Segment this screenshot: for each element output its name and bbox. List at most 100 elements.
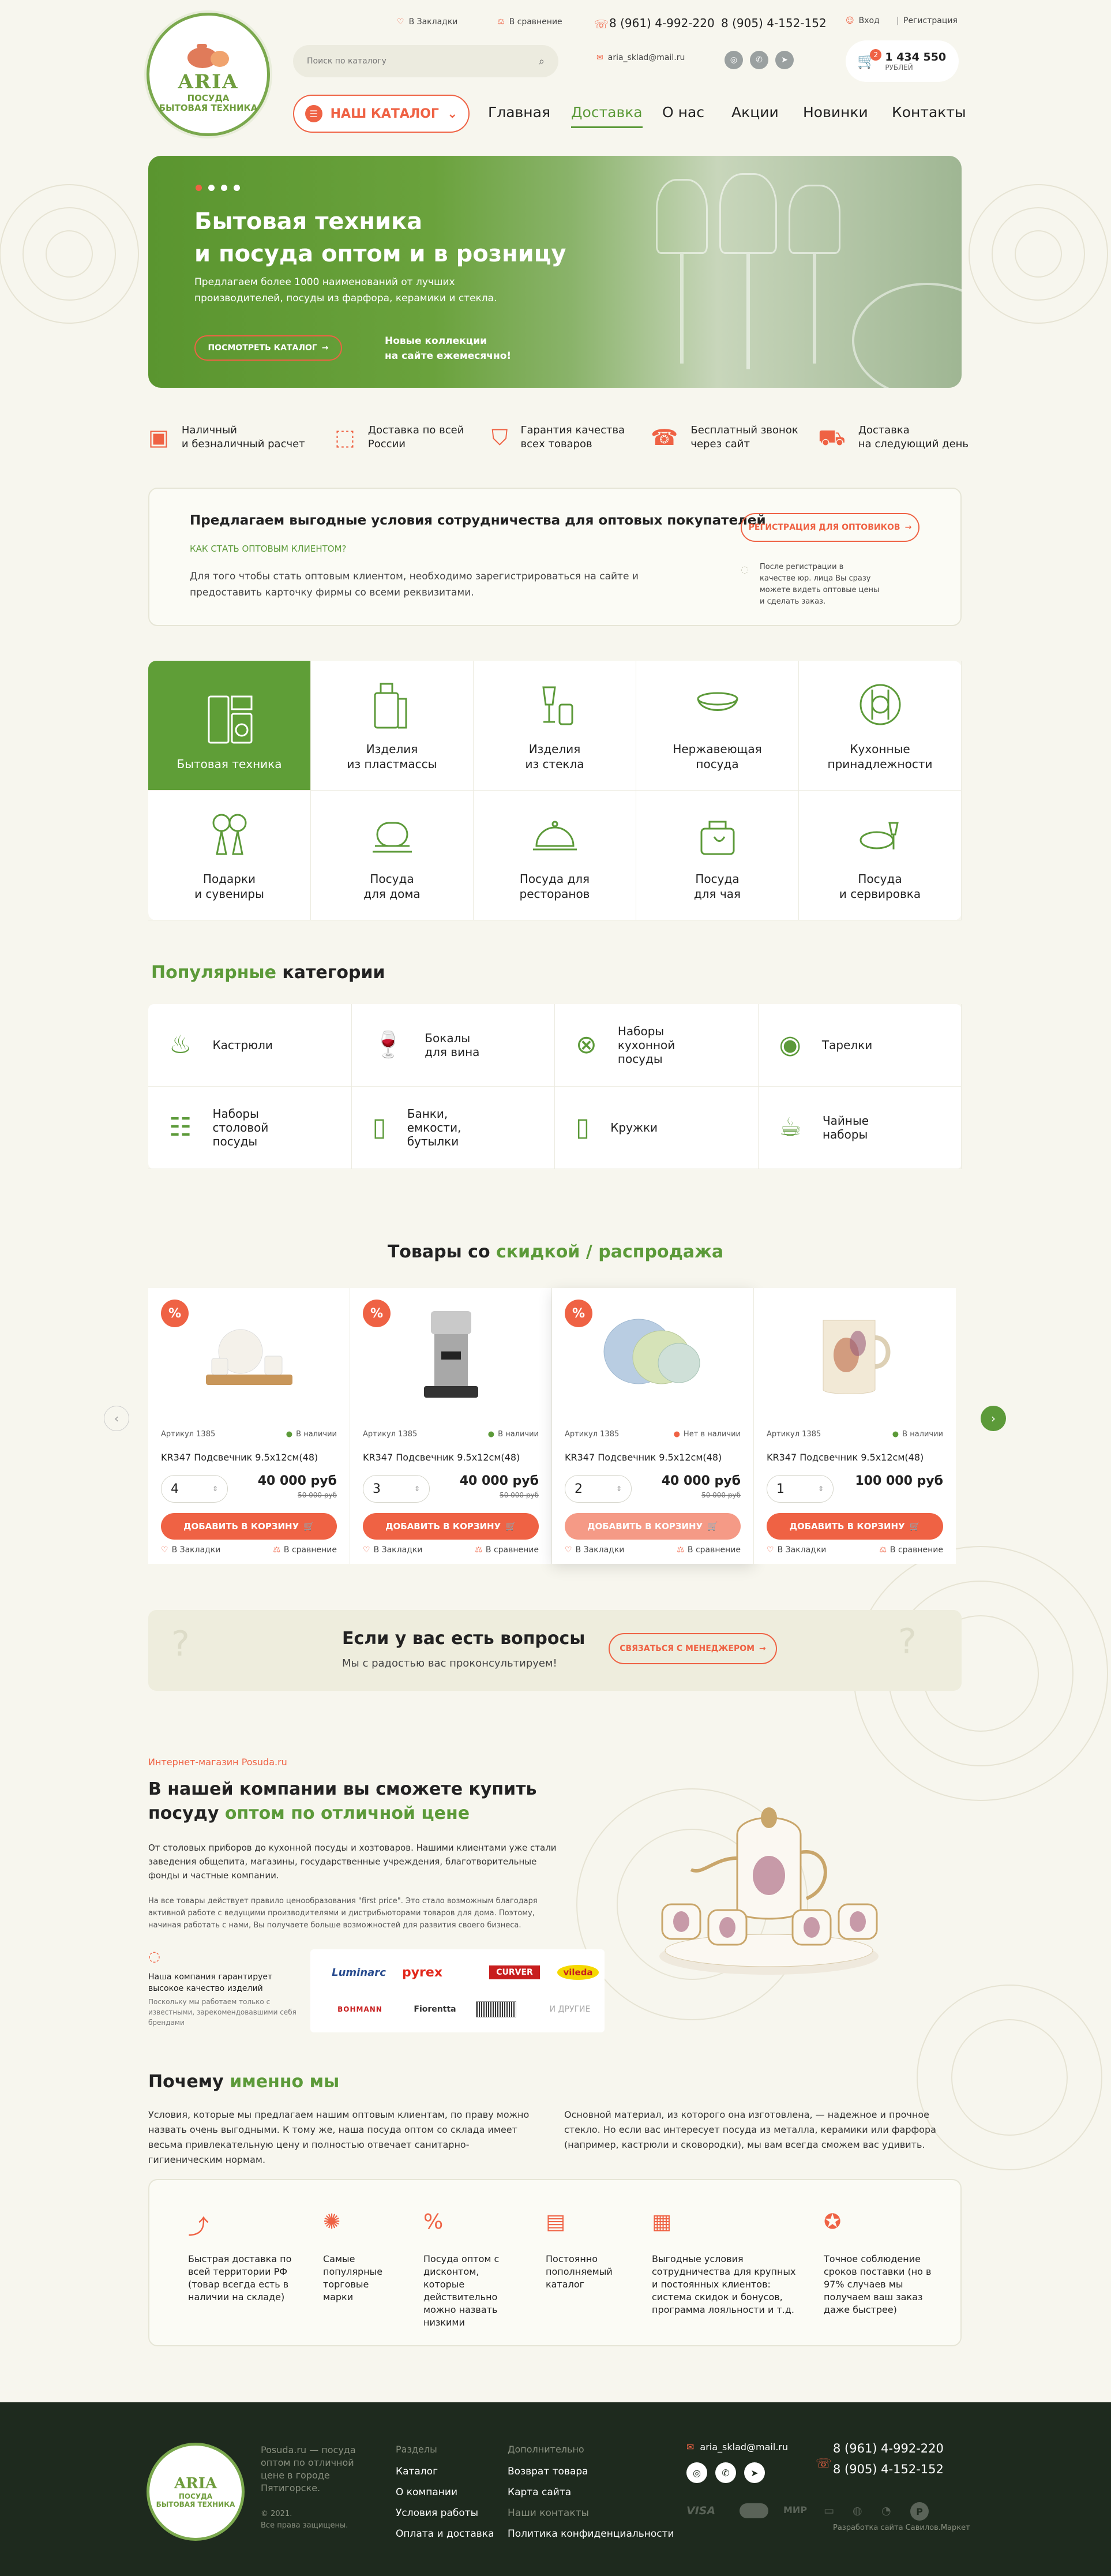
category-tea[interactable]: Посуда для чая	[636, 791, 799, 920]
nav-about[interactable]: О нас	[662, 104, 704, 121]
nav-new[interactable]: Новинки	[803, 104, 868, 121]
product-name[interactable]: KR347 Подсвечник 9.5х12см(48)	[767, 1452, 924, 1463]
bookmark-link[interactable]: ♡ В Закладки	[363, 1545, 422, 1555]
category-restaurants[interactable]: Посуда для ресторанов	[474, 791, 636, 920]
nav-promotions[interactable]: Акции	[731, 104, 779, 121]
logo[interactable]: ARIA ПОСУДА БЫТОВАЯ ТЕХНИКА	[147, 13, 270, 136]
slider-dot-4[interactable]	[234, 185, 240, 191]
compare-link[interactable]: ⚖ В сравнение	[273, 1545, 337, 1555]
footer-link-returns[interactable]: Возврат товара	[508, 2466, 588, 2477]
slider-dot-1[interactable]	[196, 185, 202, 191]
quantity-stepper[interactable]: 1 ⇕	[767, 1475, 834, 1503]
popular-tea-sets[interactable]: ☕ Чайные наборы	[758, 1087, 962, 1169]
phone-2[interactable]: 8 (905) 4-152-152	[721, 16, 827, 30]
brand-vileda[interactable]: vileda	[530, 1957, 626, 1987]
bookmarks-link[interactable]: ♡ В Закладки	[397, 17, 457, 27]
register-link[interactable]: Регистрация	[903, 16, 958, 25]
popular-pots[interactable]: ♨ Кастрюли	[148, 1004, 352, 1087]
product-name[interactable]: KR347 Подсвечник 9.5х12см(48)	[363, 1452, 520, 1463]
footer-link-contacts[interactable]: Наши контакты	[508, 2507, 589, 2519]
nav-home[interactable]: Главная	[488, 104, 550, 121]
footer-link-catalog[interactable]: Каталог	[396, 2466, 438, 2477]
compare-link[interactable]: ⚖ В сравнение	[497, 17, 562, 27]
search-bar[interactable]: ⌕	[293, 45, 558, 77]
instagram-icon[interactable]: ◎	[725, 51, 743, 69]
footer-developer[interactable]: Разработка сайта Савилов.Маркет	[833, 2523, 970, 2532]
bookmark-link[interactable]: ♡ В Закладки	[767, 1545, 826, 1555]
whatsapp-icon[interactable]: ✆	[750, 51, 768, 69]
quantity-stepper[interactable]: 3 ⇕	[363, 1475, 430, 1503]
stepper-arrows-icon[interactable]: ⇕	[818, 1485, 824, 1493]
slider-prev-button[interactable]: ‹	[104, 1406, 129, 1431]
compare-link[interactable]: ⚖ В сравнение	[475, 1545, 539, 1555]
footer-link-privacy[interactable]: Политика конфиденциальности	[508, 2528, 674, 2540]
stepper-arrows-icon[interactable]: ⇕	[212, 1485, 218, 1493]
user-icon: ☺	[846, 16, 854, 25]
footer-link-company[interactable]: О компании	[396, 2487, 457, 2498]
footer-phone-2[interactable]: 8 (905) 4-152-152	[833, 2462, 944, 2476]
bookmark-link[interactable]: ♡ В Закладки	[161, 1545, 220, 1555]
category-stainless[interactable]: Нержавеющая посуда	[636, 661, 799, 791]
compare-link[interactable]: ⚖ В сравнение	[879, 1545, 943, 1555]
category-home-dishes[interactable]: Посуда для дома	[311, 791, 474, 920]
login-link[interactable]: ☺ Вход	[846, 16, 880, 25]
phone-1[interactable]: 8 (961) 4-992-220	[609, 16, 715, 30]
coffee-machine-image[interactable]	[414, 1305, 489, 1403]
nav-delivery[interactable]: Доставка	[571, 104, 643, 128]
cart-count: 2	[870, 49, 882, 61]
category-gifts[interactable]: Подарки и сувениры	[148, 791, 311, 920]
email-link[interactable]: ✉ aria_sklad@mail.ru	[596, 53, 685, 62]
catalog-button[interactable]: ☰ НАШ КАТАЛОГ ⌄	[293, 95, 470, 133]
contact-manager-button[interactable]: СВЯЗАТЬСЯ С МЕНЕДЖЕРОМ →	[609, 1633, 777, 1664]
view-catalog-button[interactable]: ПОСМОТРЕТЬ КАТАЛОГ →	[194, 335, 342, 361]
popular-wine-glasses[interactable]: 🍷 Бокалы для вина	[351, 1004, 555, 1087]
popular-plates[interactable]: ◉ Тарелки	[758, 1004, 962, 1087]
whatsapp-icon[interactable]: ✆	[715, 2462, 736, 2483]
slider-next-button[interactable]: ›	[981, 1406, 1006, 1431]
instagram-icon[interactable]: ◎	[686, 2462, 707, 2483]
stepper-arrows-icon[interactable]: ⇕	[414, 1485, 420, 1493]
footer-email[interactable]: ✉ aria_sklad@mail.ru	[686, 2442, 788, 2453]
popular-jars[interactable]: ▯ Банки, емкости, бутылки	[351, 1087, 555, 1169]
nav-contacts[interactable]: Контакты	[892, 104, 966, 121]
add-to-cart-button[interactable]: ДОБАВИТЬ В КОРЗИНУ 🛒	[363, 1513, 539, 1540]
category-plastic[interactable]: Изделия из пластмассы	[311, 661, 474, 791]
popular-mugs[interactable]: ▯ Кружки	[555, 1087, 759, 1169]
product-name[interactable]: KR347 Подсвечник 9.5х12см(48)	[161, 1452, 318, 1463]
popular-tableware[interactable]: ☷ Наборы столовой посуды	[148, 1087, 352, 1169]
footer-link-terms[interactable]: Условия работы	[396, 2507, 478, 2519]
bookmark-link[interactable]: ♡ В Закладки	[565, 1545, 624, 1555]
category-appliances[interactable]: Бытовая техника	[148, 661, 311, 791]
plates-image[interactable]	[592, 1311, 714, 1398]
telegram-icon[interactable]: ➤	[744, 2462, 765, 2483]
brand-pyrex[interactable]: pyrex	[374, 1957, 471, 1987]
category-kitchen-tools[interactable]: Кухонные принадлежности	[799, 661, 962, 791]
wholesale-register-button[interactable]: РЕГИСТРАЦИЯ ДЛЯ ОПТОВИКОВ →	[741, 513, 919, 542]
category-glass[interactable]: Изделия из стекла	[474, 661, 636, 791]
questions-title: Если у вас есть вопросы	[342, 1628, 585, 1649]
footer-logo[interactable]: ARIA ПОСУДА БЫТОВАЯ ТЕХНИКА	[147, 2443, 245, 2541]
footer-link-payment[interactable]: Оплата и доставка	[396, 2528, 494, 2540]
add-to-cart-button[interactable]: ДОБАВИТЬ В КОРЗИНУ 🛒	[565, 1513, 741, 1540]
mug-image[interactable]	[812, 1309, 898, 1401]
teapot-set-image[interactable]	[200, 1311, 298, 1398]
search-icon[interactable]: ⌕	[539, 55, 545, 68]
footer-phone-1[interactable]: 8 (961) 4-992-220	[833, 2442, 944, 2455]
telegram-icon[interactable]: ➤	[775, 51, 794, 69]
footer-link-sitemap[interactable]: Карта сайта	[508, 2487, 571, 2498]
search-input[interactable]	[307, 57, 526, 66]
cart-widget[interactable]: 🛒 2 1 434 550 РУБЛЕЙ	[846, 40, 959, 82]
slider-dot-2[interactable]	[208, 185, 215, 191]
quantity-stepper[interactable]: 4 ⇕	[161, 1475, 228, 1503]
compare-link[interactable]: ⚖ В сравнение	[677, 1545, 741, 1555]
category-serving[interactable]: Посуда и сервировка	[799, 791, 962, 920]
add-to-cart-button[interactable]: ДОБАВИТЬ В КОРЗИНУ 🛒	[161, 1513, 337, 1540]
product-name[interactable]: KR347 Подсвечник 9.5х12см(48)	[565, 1452, 722, 1463]
stepper-arrows-icon[interactable]: ⇕	[616, 1485, 622, 1493]
quantity-stepper[interactable]: 2 ⇕	[565, 1475, 632, 1503]
sale-title: Товары со скидкой / распродажа	[387, 1242, 724, 1262]
add-to-cart-button[interactable]: ДОБАВИТЬ В КОРЗИНУ 🛒	[767, 1513, 943, 1540]
wholesale-subtitle[interactable]: КАК СТАТЬ ОПТОВЫМ КЛИЕНТОМ?	[190, 544, 347, 554]
slider-dot-3[interactable]	[221, 185, 227, 191]
popular-kitchen-sets[interactable]: ⊗ Наборы кухонной посуды	[555, 1004, 759, 1087]
